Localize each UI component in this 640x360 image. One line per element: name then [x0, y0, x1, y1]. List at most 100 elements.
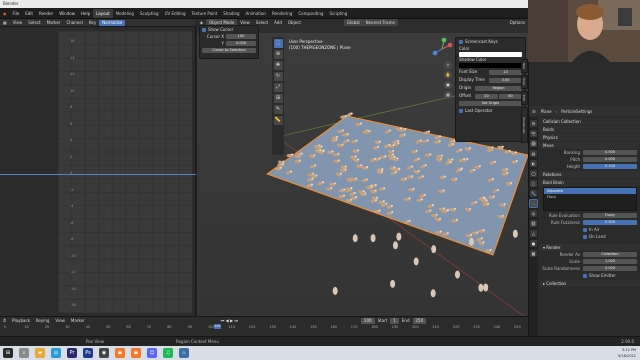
system-clock[interactable]: 3:12 PM 9/18/2021 — [618, 347, 636, 359]
menu-marker[interactable]: Marker — [44, 19, 64, 27]
timeline[interactable]: ⏱ Playback Keying View Marker ⏮ ◀ ▶ ⏭ 10… — [0, 316, 528, 336]
property-field[interactable]: 0.100 — [583, 164, 637, 169]
material-tab-icon[interactable]: ● — [530, 240, 537, 247]
set-origin-button[interactable]: Set Origin — [459, 101, 522, 106]
search-icon[interactable]: ⌕ — [19, 348, 29, 358]
property-field[interactable]: 0.000 — [583, 150, 637, 155]
folder-icon[interactable]: ▰ — [35, 348, 45, 358]
select-box-icon[interactable]: ⬚ — [273, 39, 283, 48]
menu-file[interactable]: File — [10, 8, 23, 19]
menu-edit[interactable]: Edit — [22, 8, 36, 19]
screencast-enable-checkbox[interactable] — [459, 40, 463, 44]
cursor-x-field[interactable]: 100 — [226, 34, 256, 39]
properties-section-header[interactable]: Physics — [539, 134, 640, 141]
world-tab-icon[interactable]: ◯ — [530, 170, 537, 177]
menu-keying[interactable]: Keying — [33, 317, 52, 324]
offset-x-field[interactable]: 20 — [475, 93, 498, 99]
menu-playback[interactable]: Playback — [9, 317, 33, 324]
cursor-to-selection-button[interactable]: Cursor to Selection — [202, 48, 256, 53]
render-as-dropdown[interactable]: Collection — [583, 252, 637, 257]
particles-tab-icon[interactable]: ∴ — [529, 199, 538, 208]
font-size-field[interactable]: 13 — [489, 69, 522, 75]
navigation-gizmo[interactable] — [430, 37, 454, 61]
tab-sculpting[interactable]: Sculpting — [137, 9, 162, 18]
offset-y-field[interactable]: 80 — [499, 93, 522, 99]
properties-type-icon[interactable]: ☰ — [529, 109, 539, 114]
measure-icon[interactable]: 📏 — [273, 116, 283, 125]
current-frame-field[interactable]: 100 — [360, 317, 375, 324]
camera-icon[interactable]: ▣ — [444, 81, 452, 89]
playback-controls[interactable]: ⏮ ◀ ▶ ⏭ — [218, 317, 241, 324]
tab-shading[interactable]: Shading — [220, 9, 242, 18]
scale-icon[interactable]: ⤢ — [273, 83, 283, 92]
steam-icon[interactable]: ♨ — [179, 348, 189, 358]
on-land-checkbox[interactable] — [583, 235, 587, 239]
menu-channel[interactable]: Channel — [63, 19, 85, 27]
properties-section-header[interactable]: Boid Brain — [539, 179, 640, 186]
editor-type-icon[interactable]: ⏱ — [0, 317, 9, 324]
end-field[interactable]: 250 — [412, 317, 427, 324]
tab-compositing[interactable]: Compositing — [295, 9, 326, 18]
sidebar-tab-screencast[interactable]: Screencast — [521, 107, 528, 143]
boid-rules-list[interactable]: Separate Flock — [543, 187, 637, 211]
graph-grid[interactable] — [58, 31, 192, 313]
tool-tab-icon[interactable]: ⚙ — [530, 120, 537, 127]
sidebar-tab-view[interactable]: View — [521, 75, 528, 89]
premiere-icon[interactable]: Pr — [67, 348, 77, 358]
menu-view[interactable]: View — [10, 19, 26, 27]
blender-logo-icon[interactable]: ◉ — [0, 8, 10, 19]
snap-dropdown[interactable]: Nearest Frame — [362, 19, 398, 26]
start-field[interactable]: 1 — [390, 317, 399, 324]
tab-rendering[interactable]: Rendering — [269, 9, 295, 18]
last-operator-checkbox[interactable] — [459, 109, 463, 113]
menu-marker[interactable]: Marker — [68, 317, 88, 324]
constraints-tab-icon[interactable]: ⛓ — [530, 220, 537, 227]
rule-evaluation-dropdown[interactable]: Fuzzy — [583, 213, 637, 218]
rule-fuzziness-slider[interactable]: 0.500 — [583, 220, 637, 225]
blender-taskbar-icon[interactable]: ◉ — [115, 348, 125, 358]
obs-icon[interactable]: ◉ — [99, 348, 109, 358]
sidebar-tab-tool[interactable]: Tool — [521, 59, 528, 73]
list-item[interactable]: Flock — [544, 194, 636, 200]
properties-section-header[interactable]: Relations — [539, 171, 640, 178]
move-icon[interactable]: ✥ — [273, 61, 283, 70]
property-field[interactable]: 0.000 — [583, 157, 637, 162]
scale-field[interactable]: 1.000 — [583, 259, 637, 264]
in-air-checkbox[interactable] — [583, 228, 587, 232]
start-icon[interactable]: ⊞ — [3, 348, 13, 358]
properties-section-header[interactable]: Boids — [539, 126, 640, 133]
spotify-icon[interactable]: ♫ — [163, 348, 173, 358]
modifier-tab-icon[interactable]: 🔧 — [530, 190, 537, 197]
menu-window[interactable]: Window — [56, 8, 78, 19]
tab-modeling[interactable]: Modeling — [113, 9, 137, 18]
cursor-y-field[interactable]: 0.000 — [226, 41, 256, 46]
display-time-field[interactable]: 3.00 — [489, 77, 522, 83]
menu-help[interactable]: Help — [78, 8, 93, 19]
scale-randomness-field[interactable]: 0.000 — [583, 266, 637, 271]
render-section-header[interactable]: ▾ Render — [539, 244, 640, 251]
collection-section-header[interactable]: ▸ Collection — [539, 280, 640, 287]
data-tab-icon[interactable]: △ — [530, 230, 537, 237]
browser-icon[interactable]: ◎ — [51, 348, 61, 358]
tab-texture-paint[interactable]: Texture Paint — [188, 9, 220, 18]
transform-orientation[interactable]: Global — [343, 19, 363, 26]
zoom-icon[interactable]: ⌕ — [444, 61, 452, 69]
rotate-icon[interactable]: ↻ — [273, 72, 283, 81]
object-tab-icon[interactable]: ▢ — [530, 180, 537, 187]
tab-animation[interactable]: Animation — [243, 9, 269, 18]
3d-viewport[interactable]: ◈ Object Mode View Select Add Object Glo… — [197, 19, 528, 316]
show-cursor-checkbox[interactable] — [202, 28, 206, 32]
show-emitter-checkbox[interactable] — [583, 274, 587, 278]
sidebar-tab-edit[interactable]: Edit — [521, 91, 528, 105]
graph-editor-area[interactable]: ▦ View Select Marker Channel Key Normali… — [0, 19, 196, 316]
cursor-icon[interactable]: ⊕ — [273, 50, 283, 59]
photoshop-icon[interactable]: Ps — [83, 348, 93, 358]
blender-taskbar-icon-2[interactable]: ◉ — [131, 348, 141, 358]
origin-dropdown[interactable]: Region — [475, 85, 522, 91]
tab-scripting[interactable]: Scripting — [326, 9, 350, 18]
tab-layout[interactable]: Layout — [93, 9, 113, 18]
pan-hand-icon[interactable]: ✋ — [444, 71, 452, 79]
texture-tab-icon[interactable]: ▩ — [530, 250, 537, 257]
menu-view[interactable]: View — [52, 317, 68, 324]
menu-object[interactable]: Object — [285, 19, 304, 26]
